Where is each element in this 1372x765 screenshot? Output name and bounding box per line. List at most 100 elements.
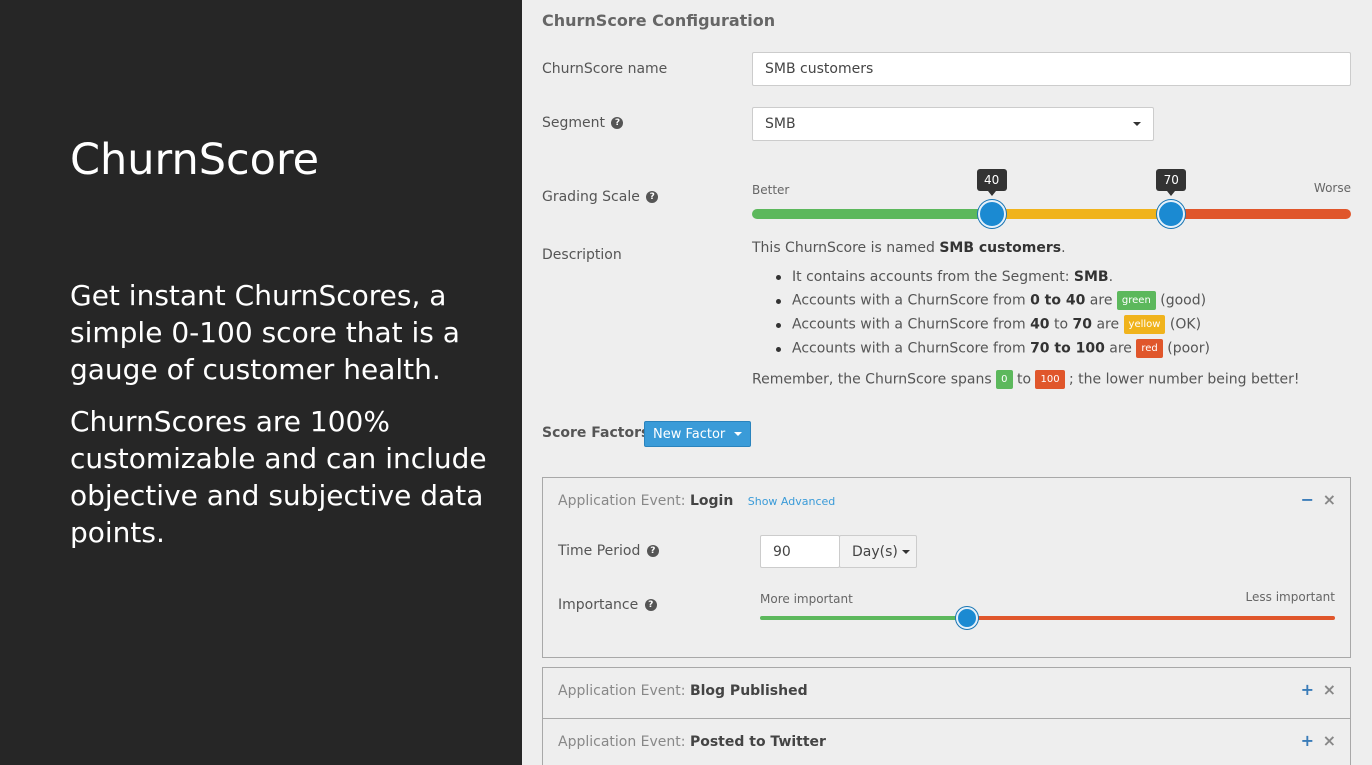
importance-label: Importance ? xyxy=(558,597,657,613)
config-title: ChurnScore Configuration xyxy=(542,11,776,30)
importance-label-text: Importance xyxy=(558,597,639,613)
score-factors-label: Score Factors xyxy=(542,425,650,441)
factor-name: Posted to Twitter xyxy=(689,734,826,750)
churnscore-name-label: ChurnScore name xyxy=(542,61,668,77)
description-name: SMB customers xyxy=(939,240,1062,256)
churnscore-config-panel: ChurnScore Configuration ChurnScore name… xyxy=(522,0,1372,765)
factor-header[interactable]: Application Event: Posted to Twitter xyxy=(558,734,826,750)
importance-less-label: Less important xyxy=(1245,590,1335,604)
grading-red-segment xyxy=(1171,209,1351,219)
segment-label: Segment ? xyxy=(542,115,624,131)
description-range: 70 xyxy=(1072,316,1092,333)
slide-panel: ChurnScore Get instant ChurnScores, a si… xyxy=(0,0,522,765)
description-text: . xyxy=(1061,240,1066,256)
new-factor-button[interactable]: New Factor xyxy=(644,421,752,447)
green-badge: green xyxy=(1116,291,1156,310)
description-text: (OK) xyxy=(1165,316,1202,333)
chevron-down-icon xyxy=(1133,122,1141,126)
close-icon[interactable]: × xyxy=(1323,680,1336,699)
importance-green-segment xyxy=(760,616,967,620)
grading-green-segment xyxy=(752,209,992,219)
time-unit-value: Day(s) xyxy=(852,543,898,560)
description-text: (good) xyxy=(1155,292,1207,309)
description-text: ; the lower number being better! xyxy=(1064,371,1300,388)
description-range: 40 xyxy=(1030,316,1050,333)
grading-scale-slider[interactable]: 40 70 xyxy=(752,169,1351,228)
segment-select[interactable]: SMB xyxy=(752,107,1154,141)
grading-scale-label-text: Grading Scale xyxy=(542,189,640,205)
importance-slider[interactable] xyxy=(760,607,1335,629)
slide-title: ChurnScore xyxy=(70,135,320,185)
help-icon[interactable]: ? xyxy=(644,599,657,611)
bullet xyxy=(776,275,781,280)
description-label: Description xyxy=(542,247,622,263)
description-text: are xyxy=(1092,316,1124,333)
time-period-label: Time Period ? xyxy=(558,543,659,559)
description-text: to xyxy=(1049,316,1073,333)
bullet xyxy=(776,323,781,328)
close-icon[interactable]: × xyxy=(1323,731,1336,750)
factor-header[interactable]: Application Event: Login Show Advanced xyxy=(558,493,835,509)
time-period-input[interactable]: 90 xyxy=(760,535,840,568)
importance-more-label: More important xyxy=(760,592,853,606)
chevron-down-icon xyxy=(734,432,743,436)
max-badge: 100 xyxy=(1035,370,1065,389)
min-badge: 0 xyxy=(996,370,1013,389)
chevron-down-icon xyxy=(901,549,910,554)
grading-high-handle[interactable] xyxy=(1157,200,1186,228)
churnscore-name-input[interactable]: SMB customers xyxy=(752,52,1351,86)
new-factor-label: New Factor xyxy=(653,426,726,442)
help-icon[interactable]: ? xyxy=(646,191,659,203)
grading-low-handle[interactable] xyxy=(977,200,1006,228)
description-text: (poor) xyxy=(1162,340,1210,357)
red-badge: red xyxy=(1136,339,1163,358)
plus-icon[interactable]: + xyxy=(1301,731,1314,750)
show-advanced-link[interactable]: Show Advanced xyxy=(748,495,836,508)
yellow-badge: yellow xyxy=(1123,315,1166,334)
grading-high-tooltip: 70 xyxy=(1156,169,1187,196)
segment-label-text: Segment xyxy=(542,115,605,131)
importance-handle[interactable] xyxy=(956,607,978,629)
minus-icon[interactable]: − xyxy=(1301,490,1314,509)
description-text: to xyxy=(1012,371,1036,388)
description-text: It contains accounts from the Segment: xyxy=(792,269,1074,285)
slide-paragraph-2: ChurnScores are 100% customizable and ca… xyxy=(70,405,487,549)
description-text: Remember, the ChurnScore spans xyxy=(752,371,997,388)
importance-red-segment xyxy=(967,616,1335,620)
segment-value: SMB xyxy=(765,116,796,132)
description-remember: Remember, the ChurnScore spans 0 to 100 … xyxy=(752,370,1299,389)
grading-better-label: Better xyxy=(752,183,790,197)
time-period-label-text: Time Period xyxy=(558,543,641,559)
help-icon[interactable]: ? xyxy=(611,117,624,129)
description-red-line: Accounts with a ChurnScore from 70 to 10… xyxy=(792,339,1210,358)
grading-scale-label: Grading Scale ? xyxy=(542,189,659,205)
help-icon[interactable]: ? xyxy=(646,545,659,557)
grading-yellow-segment xyxy=(991,209,1172,219)
factor-type: Application Event: xyxy=(558,493,690,509)
description-segment-line: It contains accounts from the Segment: S… xyxy=(792,269,1113,285)
description-green-line: Accounts with a ChurnScore from 0 to 40 … xyxy=(792,291,1206,310)
description-text: . xyxy=(1108,269,1114,285)
bullet xyxy=(776,347,781,352)
grading-low-tooltip: 40 xyxy=(976,169,1007,196)
description-range: 70 to 100 xyxy=(1030,340,1105,357)
time-period-value: 90 xyxy=(773,543,791,560)
factor-panel-posted-to-twitter: Application Event: Posted to Twitter + × xyxy=(542,718,1351,765)
factor-name: Blog Published xyxy=(689,683,808,699)
factor-panel-blog-published: Application Event: Blog Published + × xyxy=(542,667,1351,719)
plus-icon[interactable]: + xyxy=(1301,680,1314,699)
description-text: are xyxy=(1104,340,1137,357)
description-text: Accounts with a ChurnScore from xyxy=(792,316,1031,333)
description-text: Accounts with a ChurnScore from xyxy=(792,292,1031,309)
close-icon[interactable]: × xyxy=(1323,490,1336,509)
bullet xyxy=(776,299,781,304)
factor-header[interactable]: Application Event: Blog Published xyxy=(558,683,808,699)
description-intro: This ChurnScore is named SMB customers. xyxy=(752,240,1352,256)
description-range: 0 to 40 xyxy=(1030,292,1086,309)
slide-paragraph-1: Get instant ChurnScores, a simple 0-100 … xyxy=(70,279,460,386)
time-unit-dropdown[interactable]: Day(s) xyxy=(839,535,917,568)
description-yellow-line: Accounts with a ChurnScore from 40 to 70… xyxy=(792,315,1201,334)
description-segment: SMB xyxy=(1073,269,1109,285)
churnscore-name-value: SMB customers xyxy=(765,61,874,77)
factor-name: Login xyxy=(689,493,734,509)
